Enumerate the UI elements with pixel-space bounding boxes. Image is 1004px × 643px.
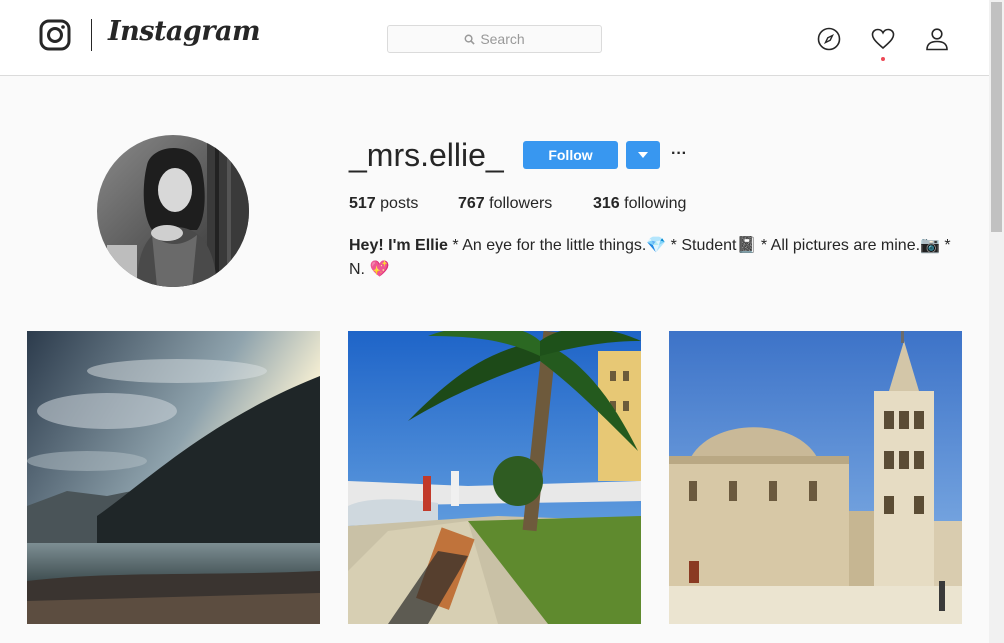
following-count: 316 <box>593 195 620 212</box>
profile-username: _mrs.ellie_ <box>349 137 504 173</box>
activity-heart-icon[interactable] <box>871 27 895 51</box>
avatar-photo <box>97 135 249 287</box>
mountain-lake-sunset-photo <box>27 331 320 624</box>
instagram-wordmark[interactable]: Instagram <box>108 16 261 47</box>
following-stat[interactable]: 316 following <box>593 195 686 213</box>
following-label: following <box>624 195 687 212</box>
posts-label: posts <box>380 195 419 212</box>
posts-count: 517 <box>349 195 376 212</box>
suggestions-dropdown-button[interactable] <box>626 141 660 169</box>
instagram-camera-icon[interactable] <box>39 19 71 51</box>
posts-count-stat: 517 posts <box>349 195 418 213</box>
palm-promenade-photo <box>348 331 641 624</box>
search-icon <box>464 34 475 45</box>
notification-dot <box>881 57 885 61</box>
church-bell-tower-photo <box>669 331 962 624</box>
follow-button[interactable]: Follow <box>523 141 618 169</box>
bio-name: Hey! I'm Ellie <box>349 237 448 254</box>
post-thumbnail-1[interactable] <box>27 331 320 624</box>
top-navigation-bar: Instagram Search <box>0 0 989 76</box>
scrollbar-thumb[interactable] <box>991 2 1002 232</box>
followers-label: followers <box>489 195 553 212</box>
explore-compass-icon[interactable] <box>817 27 841 51</box>
search-input[interactable]: Search <box>387 25 602 53</box>
logo-divider <box>91 19 92 51</box>
profile-avatar[interactable] <box>97 135 249 287</box>
post-thumbnail-3[interactable] <box>669 331 962 624</box>
more-options-button[interactable]: ··· <box>671 145 687 163</box>
profile-bio: Hey! I'm Ellie * An eye for the little t… <box>349 234 969 282</box>
search-placeholder: Search <box>480 31 525 47</box>
post-thumbnail-2[interactable] <box>348 331 641 624</box>
followers-count: 767 <box>458 195 485 212</box>
followers-stat[interactable]: 767 followers <box>458 195 552 213</box>
profile-person-icon[interactable] <box>925 27 949 51</box>
chevron-down-icon <box>638 152 648 158</box>
